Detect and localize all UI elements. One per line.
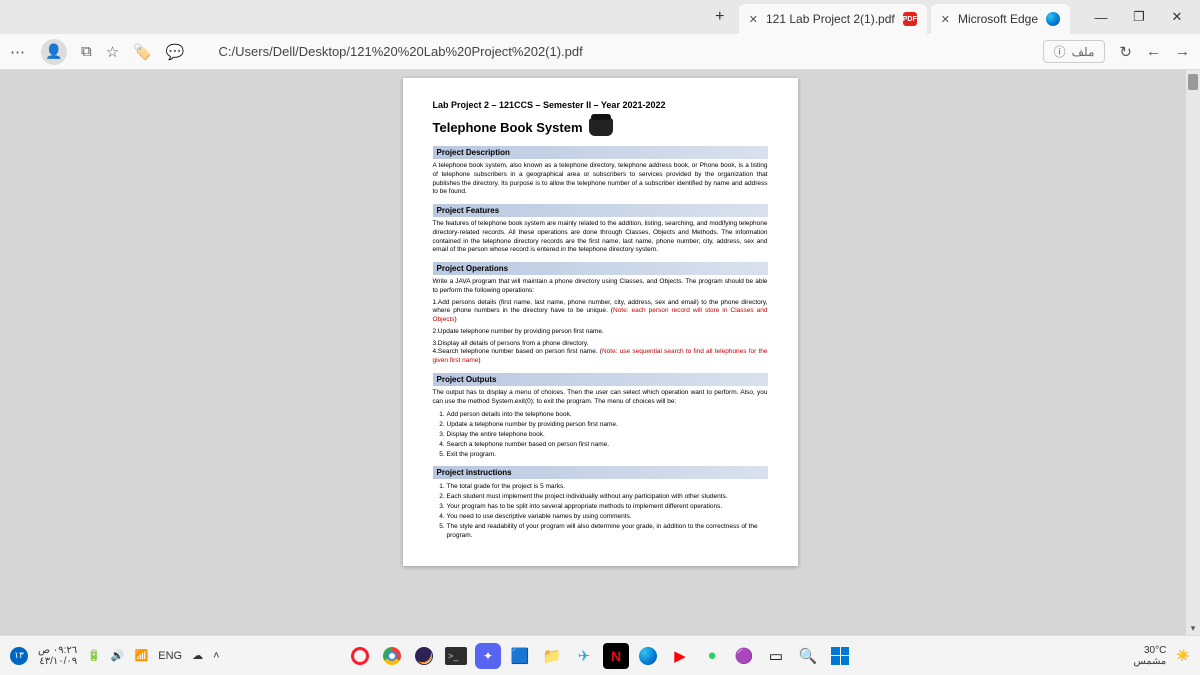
para: The output has to display a menu of choi… — [433, 389, 768, 407]
eclipse-icon[interactable] — [411, 643, 437, 669]
doc-title: Telephone Book System — [433, 118, 768, 136]
back-icon[interactable]: ← — [1146, 43, 1161, 60]
language-indicator[interactable]: ENG — [158, 650, 182, 662]
taskbar-apps: >_ ✦ 🟦 📁 ✈ N ▶ ● 🟣 ▭ 🔍 — [347, 643, 853, 669]
clock[interactable]: ٠٩:٢٦ ص ٤٣/١٠/٠٩ — [38, 645, 77, 667]
para: The features of telephone book system ar… — [433, 220, 768, 255]
tab-label: Microsoft Edge — [958, 12, 1038, 26]
tab-pdf[interactable]: ✕ 121 Lab Project 2(1).pdf PDF — [739, 4, 927, 34]
volume-icon[interactable]: 🔊 — [111, 649, 125, 662]
youtube-icon[interactable]: ▶ — [667, 643, 693, 669]
refresh-icon[interactable]: ↻ — [1119, 43, 1132, 61]
para: A telephone book system, also known as a… — [433, 162, 768, 197]
pdf-favicon-icon: PDF — [903, 12, 917, 26]
start-icon[interactable] — [827, 643, 853, 669]
netflix-icon[interactable]: N — [603, 643, 629, 669]
scrollbar[interactable]: ▴ ▾ — [1186, 70, 1200, 635]
pdf-viewport: Lab Project 2 – 121CCS – Semester II – Y… — [0, 70, 1200, 635]
more-menu-icon[interactable]: ⋯ — [10, 43, 27, 61]
tab-edge[interactable]: ✕ Microsoft Edge — [931, 4, 1070, 34]
para: 1.Add persons details (first name, last … — [433, 299, 768, 325]
battery-icon[interactable]: 🔋 — [87, 649, 101, 662]
edge-favicon-icon — [1046, 12, 1060, 26]
tab-label: 121 Lab Project 2(1).pdf — [766, 12, 895, 26]
wifi-icon[interactable]: 📶 — [135, 649, 149, 662]
forward-icon[interactable]: → — [1175, 43, 1190, 60]
section-operations: Project Operations — [433, 262, 768, 275]
search-icon[interactable]: 🔍 — [795, 643, 821, 669]
favorites-icon[interactable]: ☆ — [106, 43, 119, 61]
file-chip-label: ملف — [1072, 45, 1095, 59]
section-features: Project Features — [433, 204, 768, 217]
collections-icon[interactable]: ⧉ — [81, 43, 92, 60]
doc-header: Lab Project 2 – 121CCS – Semester II – Y… — [433, 100, 768, 110]
whatsapp-icon[interactable]: ● — [699, 643, 725, 669]
edge-taskbar-icon[interactable] — [635, 643, 661, 669]
para: 3.Display all details of persons from a … — [433, 340, 768, 366]
opera-icon[interactable] — [347, 643, 373, 669]
app-icon[interactable]: 🟣 — [731, 643, 757, 669]
comment-icon[interactable]: 💬 — [166, 43, 185, 61]
taskview-icon[interactable]: ▭ — [763, 643, 789, 669]
taskbar: ١٣ ٠٩:٢٦ ص ٤٣/١٠/٠٩ 🔋 🔊 📶 ENG ☁ ˄ >_ ✦ 🟦… — [0, 635, 1200, 675]
shopping-icon[interactable]: 🏷️ — [133, 43, 152, 61]
scroll-thumb[interactable] — [1188, 74, 1198, 90]
folder-icon[interactable]: 📁 — [539, 643, 565, 669]
chrome-icon[interactable] — [379, 643, 405, 669]
address-url[interactable]: C:/Users/Dell/Desktop/121%20%20Lab%20Pro… — [219, 44, 583, 59]
app-icon[interactable]: 🟦 — [507, 643, 533, 669]
section-description: Project Description — [433, 146, 768, 159]
close-tab-icon[interactable]: ✕ — [941, 13, 950, 26]
restore-window-icon[interactable]: ❐ — [1122, 0, 1156, 34]
telegram-icon[interactable]: ✈ — [571, 643, 597, 669]
minimize-window-icon[interactable]: — — [1084, 0, 1118, 34]
scroll-down-icon[interactable]: ▾ — [1186, 621, 1200, 635]
close-window-icon[interactable]: ✕ — [1160, 0, 1194, 34]
info-icon: ⓘ — [1054, 43, 1066, 60]
section-instructions: Project instructions — [433, 466, 768, 479]
terminal-icon[interactable]: >_ — [443, 643, 469, 669]
para: Write a JAVA program that will maintain … — [433, 278, 768, 296]
outputs-list: Add person details into the telephone bo… — [433, 410, 768, 459]
close-tab-icon[interactable]: ✕ — [749, 13, 758, 26]
pdf-page: Lab Project 2 – 121CCS – Semester II – Y… — [403, 78, 798, 566]
weather-icon: ☀️ — [1176, 649, 1190, 662]
file-chip[interactable]: ⓘ ملف — [1043, 40, 1106, 63]
weather-widget[interactable]: 30°C مشمس — [1133, 645, 1166, 667]
chevron-up-icon[interactable]: ˄ — [213, 650, 219, 662]
profile-avatar[interactable]: 👤 — [41, 39, 67, 65]
discord-icon[interactable]: ✦ — [475, 643, 501, 669]
new-tab-button[interactable]: + — [705, 0, 735, 34]
section-outputs: Project Outputs — [433, 373, 768, 386]
onedrive-icon[interactable]: ☁ — [192, 649, 203, 662]
notifications-badge[interactable]: ١٣ — [10, 647, 28, 665]
instructions-list: The total grade for the project is 5 mar… — [433, 482, 768, 541]
para: 2.Update telephone number by providing p… — [433, 328, 768, 337]
telephone-icon — [589, 118, 613, 136]
